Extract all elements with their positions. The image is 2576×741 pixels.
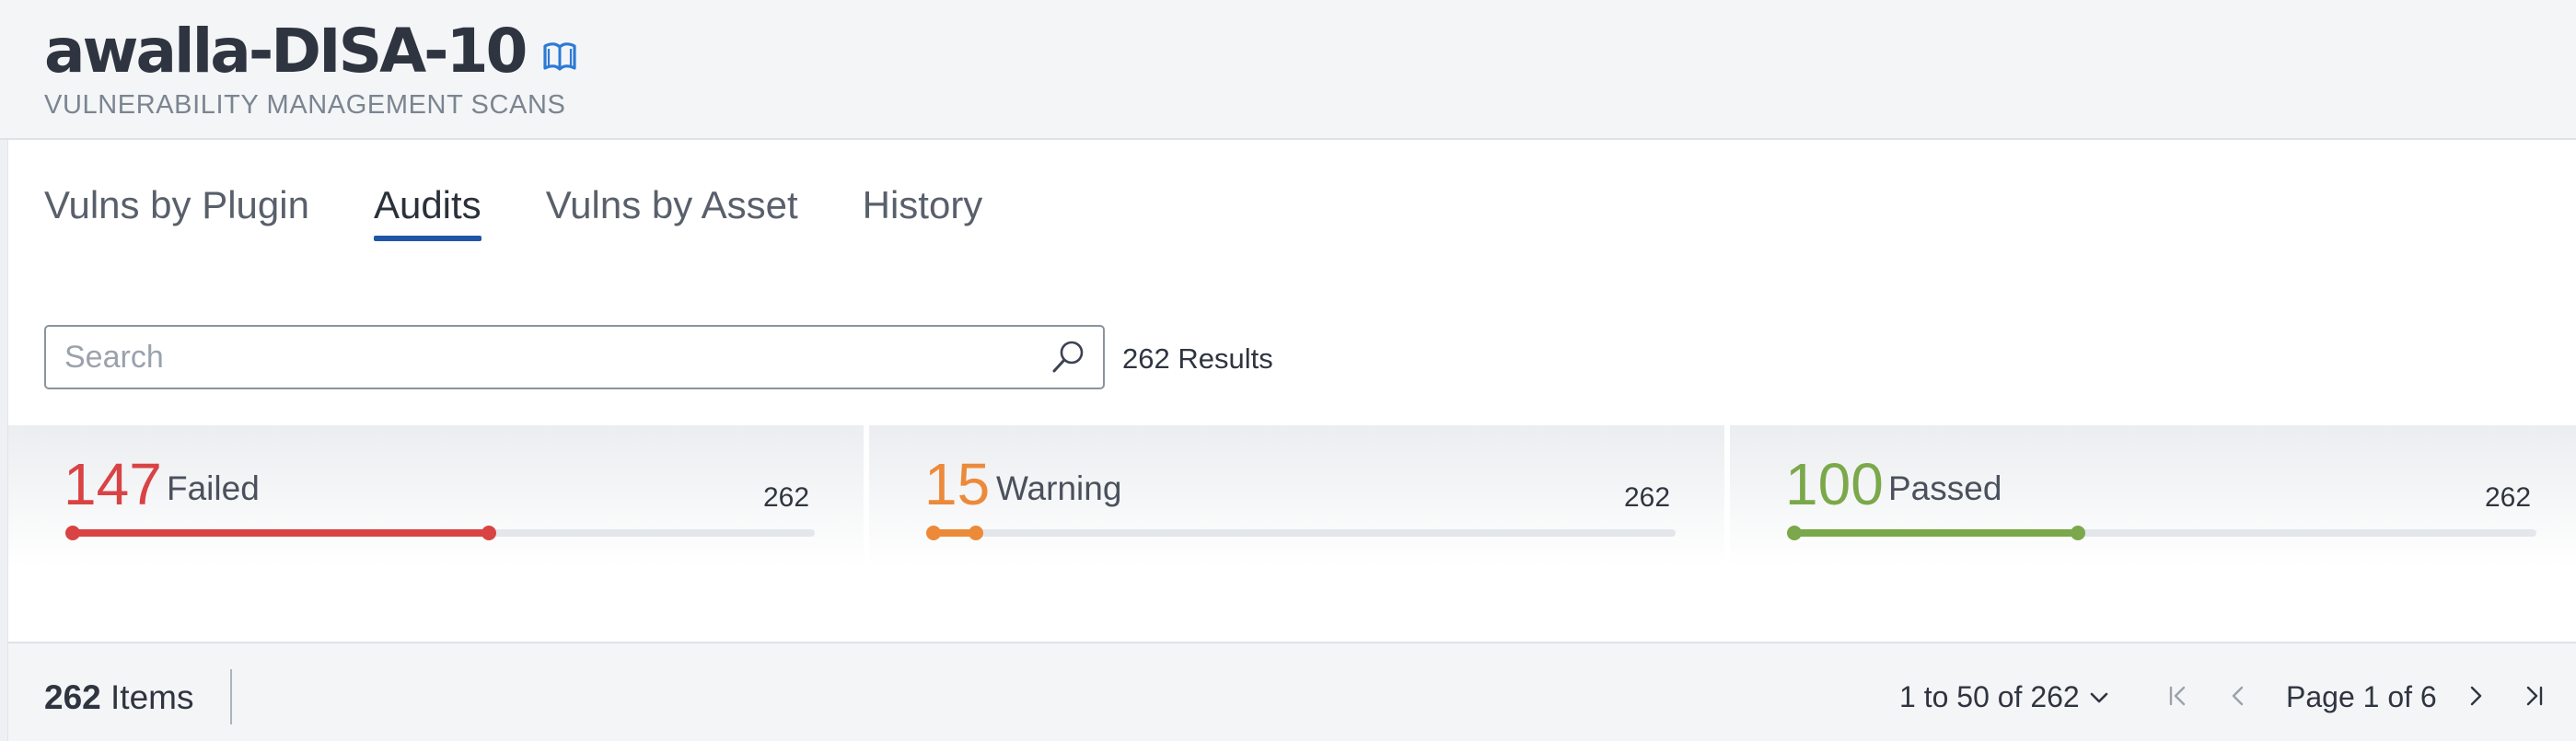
passed-progress-end <box>2071 526 2085 540</box>
left-panel-edge <box>0 140 8 741</box>
passed-total: 262 <box>2485 482 2532 513</box>
tab-history[interactable]: History <box>863 175 983 245</box>
page-indicator: Page 1 of 6 <box>2286 680 2437 713</box>
tab-audits[interactable]: Audits <box>373 175 482 245</box>
passed-progress <box>1787 526 2536 540</box>
search-box <box>44 325 1105 389</box>
warning-total: 262 <box>1624 482 1671 513</box>
warning-card[interactable]: 15 Warning 262 <box>869 425 1724 567</box>
passed-label: Passed <box>1888 469 2002 507</box>
failed-progress <box>65 526 815 540</box>
page-title: awalla-DISA-10 <box>44 16 528 87</box>
items-count: 262 Items <box>44 678 193 717</box>
first-page-icon[interactable] <box>2163 680 2194 712</box>
warning-count: 15 <box>924 451 991 517</box>
search-icon[interactable] <box>1040 330 1096 385</box>
footer-separator <box>230 669 232 724</box>
failed-label: Failed <box>167 469 260 507</box>
title-row: awalla-DISA-10 <box>44 13 578 90</box>
next-page-icon[interactable] <box>2460 680 2491 712</box>
warning-progress-end <box>969 526 983 540</box>
items-label: Items <box>110 678 194 716</box>
passed-card[interactable]: 100 Passed 262 <box>1730 425 2576 567</box>
tab-bar: Vulns by Plugin Audits Vulns by Asset Hi… <box>44 175 1047 245</box>
results-count: 262 Results <box>1122 342 1273 375</box>
warning-label: Warning <box>996 469 1122 507</box>
failed-total: 262 <box>763 482 810 513</box>
prev-page-icon[interactable] <box>2222 680 2254 712</box>
warning-progress-start <box>926 526 941 540</box>
tab-vulns-by-asset[interactable]: Vulns by Asset <box>546 175 798 245</box>
page-header: awalla-DISA-10 VULNERABILITY MANAGEMENT … <box>0 0 2576 140</box>
items-number: 262 <box>44 678 101 716</box>
page-size-selector[interactable]: 1 to 50 of 262 <box>1899 680 2109 714</box>
search-input[interactable] <box>46 327 1040 388</box>
failed-count: 147 <box>64 451 162 517</box>
failed-progress-end <box>482 526 496 540</box>
page-subtitle: VULNERABILITY MANAGEMENT SCANS <box>44 90 566 120</box>
book-icon[interactable] <box>541 38 578 75</box>
pagination-footer: 262 Items 1 to 50 of 262 Page 1 of 6 <box>8 643 2576 741</box>
range-label: 1 to 50 of 262 <box>1899 680 2080 713</box>
last-page-icon[interactable] <box>2518 680 2549 712</box>
passed-progress-fill <box>1794 529 2078 537</box>
audit-summary: 147 Failed 262 15 Warning 262 100 Passed… <box>8 425 2576 567</box>
failed-progress-fill <box>73 529 489 537</box>
passed-progress-start <box>1787 526 1802 540</box>
tab-vulns-by-plugin[interactable]: Vulns by Plugin <box>44 175 309 245</box>
passed-count: 100 <box>1785 451 1884 517</box>
failed-progress-start <box>65 526 80 540</box>
chevron-down-icon <box>2090 692 2108 702</box>
warning-progress <box>926 526 1676 540</box>
failed-card[interactable]: 147 Failed 262 <box>8 425 864 567</box>
